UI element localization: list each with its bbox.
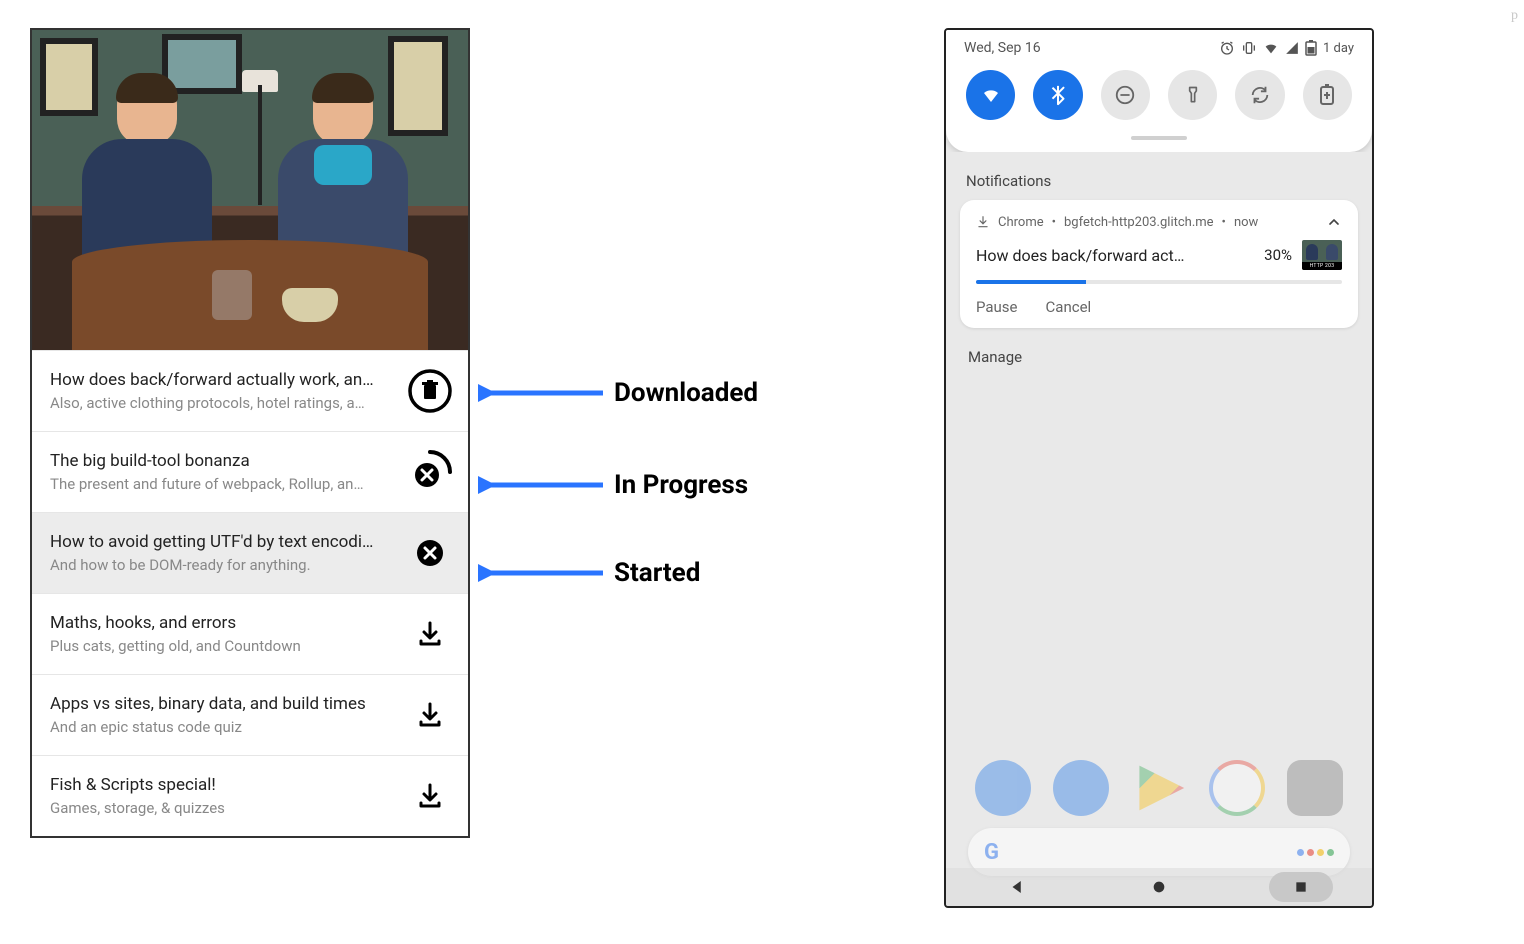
- notification-percent: 30%: [1264, 246, 1292, 264]
- download-progress-fill: [976, 280, 1086, 284]
- wifi-icon: [1263, 40, 1279, 56]
- episode-title: How to avoid getting UTF'd by text encod…: [50, 532, 396, 552]
- recents-nav-button[interactable]: [1269, 872, 1333, 902]
- episode-subtitle: Plus cats, getting old, and Countdown: [50, 637, 396, 655]
- do-not-disturb-icon: [1114, 84, 1136, 106]
- episode-hero-image: [32, 30, 468, 350]
- episode-row[interactable]: The big build-tool bonanza The present a…: [32, 431, 468, 512]
- alarm-icon: [1219, 40, 1235, 56]
- battery-saver-toggle[interactable]: [1303, 70, 1352, 120]
- circle-home-icon: [1151, 879, 1167, 895]
- assistant-icon[interactable]: [1297, 849, 1334, 856]
- battery-text: 1 day: [1323, 41, 1354, 56]
- episode-row[interactable]: Fish & Scripts special! Games, storage, …: [32, 755, 468, 836]
- download-button[interactable]: [406, 691, 454, 739]
- episode-title: The big build-tool bonanza: [50, 451, 396, 471]
- download-icon: [416, 701, 444, 729]
- manage-notifications-link[interactable]: Manage: [960, 328, 1358, 386]
- cancel-action[interactable]: Cancel: [1046, 298, 1092, 316]
- triangle-back-icon: [1008, 878, 1026, 896]
- notifications-area: Notifications Chrome • bgfetch-http203.g…: [946, 152, 1372, 386]
- episode-subtitle: And how to be DOM-ready for anything.: [50, 556, 396, 574]
- episode-row[interactable]: Maths, hooks, and errors Plus cats, gett…: [32, 593, 468, 674]
- cancel-circle-icon: [415, 538, 445, 568]
- battery-saver-icon: [1319, 84, 1335, 106]
- status-date: Wed, Sep 16: [964, 40, 1041, 56]
- flashlight-toggle[interactable]: [1168, 70, 1217, 120]
- annotation-label-started: Started: [614, 558, 700, 588]
- episode-title: Apps vs sites, binary data, and build ti…: [50, 694, 396, 714]
- status-bar: Wed, Sep 16 1 day: [946, 30, 1372, 62]
- episode-row[interactable]: How to avoid getting UTF'd by text encod…: [32, 512, 468, 593]
- episode-list-app: How does back/forward actually work, an……: [30, 28, 470, 838]
- cellular-icon: [1285, 41, 1299, 55]
- notifications-heading: Notifications: [960, 162, 1358, 200]
- thumbnail-caption: HTTP 203: [1302, 262, 1342, 270]
- download-icon: [416, 620, 444, 648]
- autorotate-toggle[interactable]: [1235, 70, 1284, 120]
- annotation-arrow: [478, 470, 608, 500]
- pause-action[interactable]: Pause: [976, 298, 1018, 316]
- notification-app-name: Chrome: [998, 215, 1044, 230]
- annotation-label-downloaded: Downloaded: [614, 378, 758, 408]
- episode-title: Maths, hooks, and errors: [50, 613, 396, 633]
- notification-time: now: [1234, 215, 1258, 230]
- battery-icon: [1305, 40, 1317, 56]
- phone-app-icon[interactable]: [975, 760, 1031, 816]
- android-nav-bar: [946, 868, 1372, 906]
- trash-circle-icon: [408, 369, 452, 413]
- episode-title: Fish & Scripts special!: [50, 775, 396, 795]
- home-nav-button[interactable]: [1127, 872, 1191, 902]
- camera-app-icon[interactable]: [1287, 760, 1343, 816]
- cancel-inprogress-button[interactable]: [406, 448, 454, 496]
- chrome-app-icon[interactable]: [1209, 760, 1265, 816]
- annotation-arrow: [478, 378, 608, 408]
- download-progress-bar: [976, 280, 1342, 284]
- wifi-toggle[interactable]: [966, 70, 1015, 120]
- episode-subtitle: Games, storage, & quizzes: [50, 799, 396, 817]
- episode-row[interactable]: Apps vs sites, binary data, and build ti…: [32, 674, 468, 755]
- flashlight-icon: [1183, 85, 1203, 105]
- download-icon: [416, 782, 444, 810]
- notification-source: bgfetch-http203.glitch.me: [1064, 215, 1214, 230]
- episode-subtitle: Also, active clothing protocols, hotel r…: [50, 394, 396, 412]
- delete-download-button[interactable]: [406, 367, 454, 415]
- annotation-arrow: [478, 558, 608, 588]
- notification-header: Chrome • bgfetch-http203.glitch.me • now: [976, 214, 1342, 230]
- dnd-toggle[interactable]: [1101, 70, 1150, 120]
- download-button[interactable]: [406, 610, 454, 658]
- episode-subtitle: The present and future of webpack, Rollu…: [50, 475, 396, 493]
- download-button[interactable]: [406, 772, 454, 820]
- android-phone-frame: Wed, Sep 16 1 day: [944, 28, 1374, 908]
- wifi-icon: [979, 83, 1003, 107]
- quick-settings-panel: Wed, Sep 16 1 day: [946, 30, 1372, 152]
- square-recents-icon: [1293, 879, 1309, 895]
- annotation-label-inprogress: In Progress: [614, 470, 748, 500]
- auto-rotate-icon: [1249, 84, 1271, 106]
- app-dock: [946, 760, 1372, 816]
- bluetooth-toggle[interactable]: [1033, 70, 1082, 120]
- bluetooth-icon: [1047, 84, 1069, 106]
- episode-title: How does back/forward actually work, an…: [50, 370, 396, 390]
- quick-toggles-row: [946, 62, 1372, 134]
- shade-drag-handle[interactable]: [1131, 136, 1187, 140]
- notification-thumbnail: HTTP 203: [1302, 240, 1342, 270]
- episode-subtitle: And an epic status code quiz: [50, 718, 396, 736]
- play-store-icon[interactable]: [1131, 760, 1187, 816]
- episode-row[interactable]: How does back/forward actually work, an……: [32, 350, 468, 431]
- chevron-up-icon[interactable]: [1326, 214, 1342, 230]
- vibrate-icon: [1241, 40, 1257, 56]
- notification-title: How does back/forward act…: [976, 246, 1254, 265]
- stray-page-letter: p: [1511, 8, 1518, 24]
- progress-cancel-icon: [407, 449, 453, 495]
- back-nav-button[interactable]: [985, 872, 1049, 902]
- download-notification[interactable]: Chrome • bgfetch-http203.glitch.me • now…: [960, 200, 1358, 328]
- cancel-started-button[interactable]: [406, 529, 454, 577]
- download-small-icon: [976, 215, 990, 229]
- google-logo-icon: G: [984, 840, 999, 865]
- messages-app-icon[interactable]: [1053, 760, 1109, 816]
